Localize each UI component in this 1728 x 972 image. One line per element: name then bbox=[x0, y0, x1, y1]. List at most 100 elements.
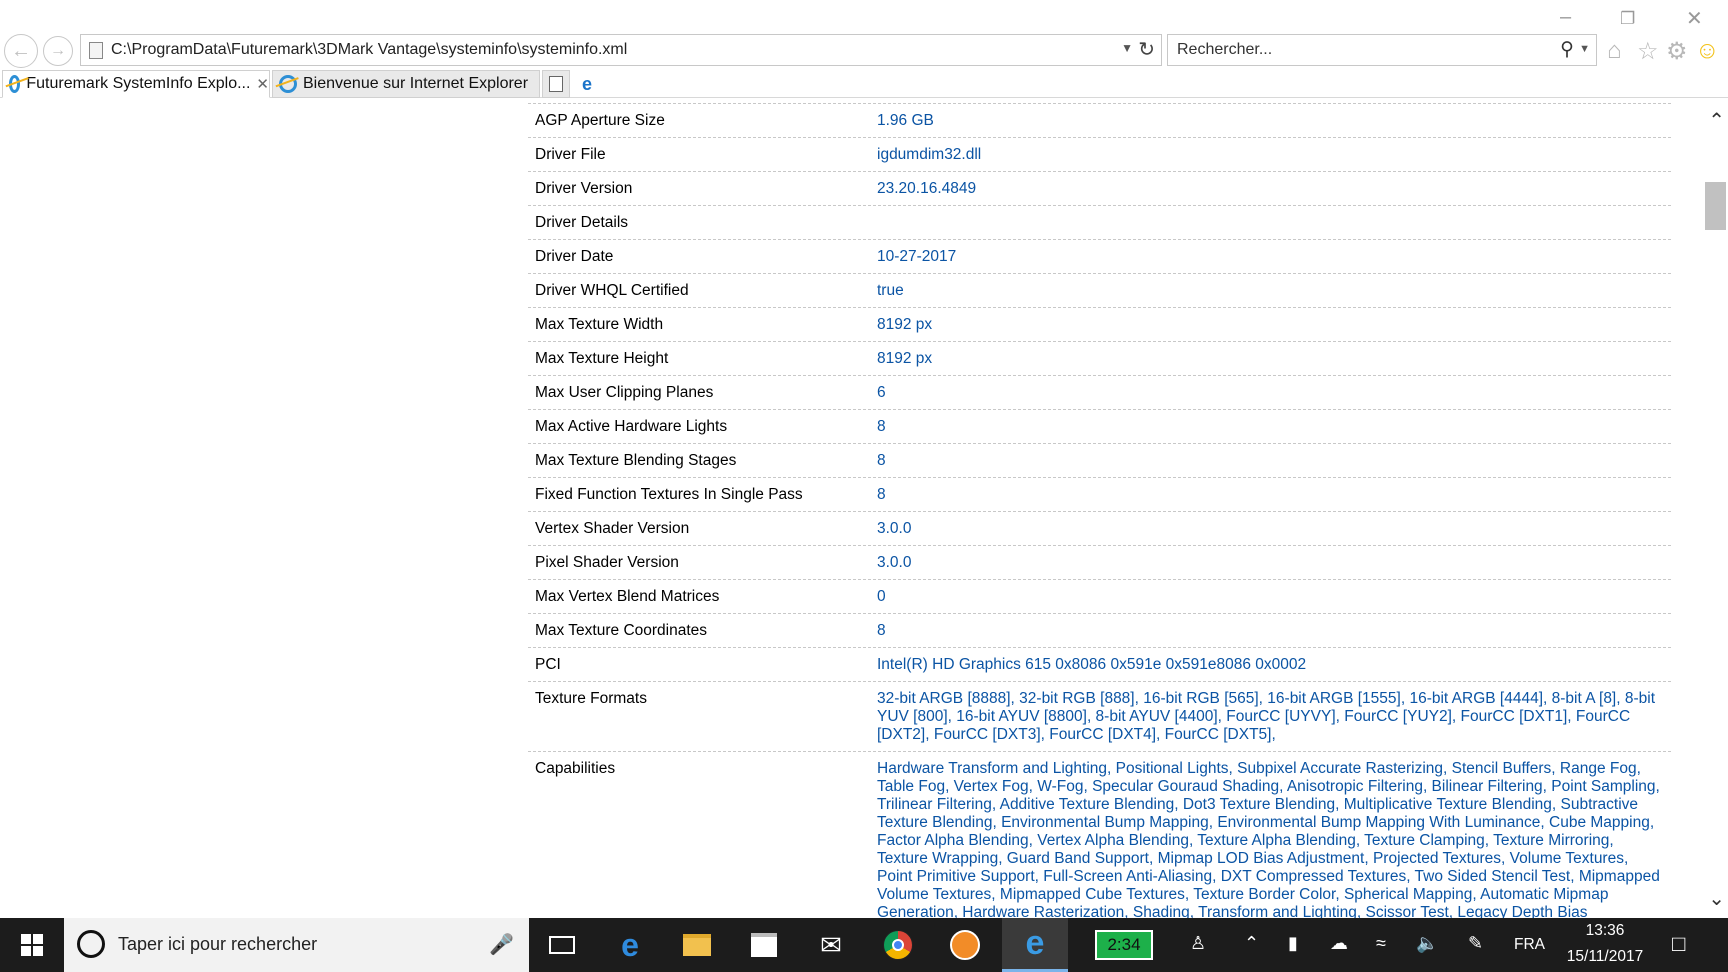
pen-ink-workspace-icon[interactable]: ✎ bbox=[1468, 933, 1483, 954]
task-view-icon bbox=[549, 936, 575, 954]
windows-logo-icon bbox=[21, 934, 43, 956]
language-indicator[interactable]: FRA bbox=[1514, 936, 1545, 954]
scroll-up-arrow-icon[interactable]: ⌃ bbox=[1708, 108, 1725, 133]
address-text[interactable]: C:\ProgramData\Futuremark\3DMark Vantage… bbox=[111, 41, 627, 59]
info-value: 0 bbox=[877, 588, 886, 605]
info-key: Capabilities bbox=[535, 760, 616, 777]
tab-welcome-ie[interactable]: Bienvenue sur Internet Explorer bbox=[272, 70, 540, 98]
info-key: Driver Details bbox=[535, 214, 629, 231]
info-row: Driver Version 23.20.16.4849 bbox=[528, 172, 1671, 206]
taskbar: Taper ici pour rechercher 🎤 e ✉ e 2:34 ♙… bbox=[0, 918, 1728, 972]
info-row: Driver Details bbox=[528, 206, 1671, 240]
feedback-smiley-icon[interactable]: ☺ bbox=[1695, 37, 1720, 65]
info-key: Max User Clipping Planes bbox=[535, 384, 714, 401]
page-icon bbox=[89, 42, 103, 59]
info-value: true bbox=[877, 282, 904, 299]
info-row: Pixel Shader Version 3.0.0 bbox=[528, 546, 1671, 580]
action-center-icon[interactable]: □ bbox=[1672, 931, 1685, 957]
battery-icon[interactable]: ▮ bbox=[1288, 933, 1298, 954]
info-value: 8 bbox=[877, 622, 886, 639]
search-icon[interactable]: ⚲ bbox=[1560, 38, 1574, 61]
store-button[interactable] bbox=[731, 918, 797, 972]
forward-arrow-icon: → bbox=[50, 42, 66, 59]
search-box[interactable]: Rechercher... ⚲ ▼ bbox=[1167, 34, 1597, 66]
new-tab-button[interactable] bbox=[542, 70, 570, 98]
folder-icon bbox=[683, 934, 711, 956]
onedrive-cloud-icon[interactable]: ☁ bbox=[1330, 933, 1348, 954]
show-hidden-icons-chevron-icon[interactable]: ⌃ bbox=[1244, 933, 1259, 954]
info-row: Driver File igdumdim32.dll bbox=[528, 138, 1671, 172]
info-key: Texture Formats bbox=[535, 690, 647, 707]
sublime-app-button[interactable] bbox=[932, 918, 998, 972]
ie-quick-tab[interactable]: e bbox=[573, 70, 601, 98]
info-value: Hardware Transform and Lighting, Positio… bbox=[877, 760, 1660, 918]
info-value: 1.96 GB bbox=[877, 112, 934, 129]
info-value: 8192 px bbox=[877, 316, 933, 333]
chrome-button[interactable] bbox=[865, 918, 931, 972]
address-bar[interactable]: C:\ProgramData\Futuremark\3DMark Vantage… bbox=[80, 34, 1162, 66]
info-key: Driver File bbox=[535, 146, 606, 163]
forward-button[interactable]: → bbox=[43, 36, 73, 66]
mail-icon: ✉ bbox=[820, 929, 842, 960]
home-icon[interactable]: ⌂ bbox=[1607, 37, 1622, 65]
info-value: 6 bbox=[877, 384, 886, 401]
info-value: 3.0.0 bbox=[877, 520, 912, 537]
tab-systeminfo[interactable]: Futuremark SystemInfo Explo... ✕ bbox=[2, 70, 270, 98]
battery-app-button[interactable]: 2:34 bbox=[1082, 918, 1166, 972]
ie-taskbar-button[interactable]: e bbox=[1002, 918, 1068, 972]
people-icon[interactable]: ♙ bbox=[1190, 933, 1206, 954]
info-row: Max Texture Height 8192 px bbox=[528, 342, 1671, 376]
back-arrow-icon: ← bbox=[11, 39, 31, 62]
wifi-icon[interactable]: ≈ bbox=[1376, 933, 1386, 954]
info-value: 3.0.0 bbox=[877, 554, 912, 571]
volume-icon[interactable]: 🔈 bbox=[1416, 933, 1438, 954]
search-input[interactable]: Rechercher... bbox=[1177, 41, 1272, 59]
scroll-thumb[interactable] bbox=[1705, 182, 1726, 230]
info-key: Max Texture Coordinates bbox=[535, 622, 708, 639]
info-value: 10-27-2017 bbox=[877, 248, 957, 265]
clock-time[interactable]: 13:36 bbox=[1576, 922, 1634, 940]
microphone-icon[interactable]: 🎤 bbox=[489, 932, 514, 957]
restore-icon[interactable]: ❐ bbox=[1620, 9, 1635, 29]
systeminfo-table: AGP Aperture Size 1.96 GB Driver File igdum… bbox=[528, 98, 1671, 918]
clock-date[interactable]: 15/11/2017 bbox=[1560, 948, 1650, 966]
task-view-button[interactable] bbox=[529, 918, 595, 972]
battery-time: 2:34 bbox=[1095, 930, 1153, 960]
ie-tab-icon bbox=[279, 75, 297, 93]
info-value: 23.20.16.4849 bbox=[877, 180, 977, 197]
taskbar-search-box[interactable]: Taper ici pour rechercher 🎤 bbox=[64, 918, 529, 972]
info-key: Driver Version bbox=[535, 180, 633, 197]
info-row: Max Active Hardware Lights 8 bbox=[528, 410, 1671, 444]
info-value: 32-bit ARGB [8888], 32-bit RGB [888], 16… bbox=[877, 690, 1656, 743]
info-row: Driver WHQL Certified true bbox=[528, 274, 1671, 308]
file-explorer-button[interactable] bbox=[664, 918, 730, 972]
mail-button[interactable]: ✉ bbox=[798, 918, 864, 972]
info-key: Max Texture Height bbox=[535, 350, 669, 367]
scroll-down-arrow-icon[interactable]: ⌄ bbox=[1708, 886, 1725, 911]
info-key: Vertex Shader Version bbox=[535, 520, 690, 537]
info-value: 8 bbox=[877, 486, 886, 503]
search-dropdown-icon[interactable]: ▼ bbox=[1579, 43, 1590, 55]
edge-icon: e bbox=[621, 926, 639, 963]
close-tab-icon[interactable]: ✕ bbox=[256, 75, 269, 93]
info-value bbox=[870, 206, 1671, 239]
info-key: Max Texture Blending Stages bbox=[535, 452, 737, 469]
info-value: Intel(R) HD Graphics 615 0x8086 0x591e 0… bbox=[877, 656, 1307, 673]
start-button[interactable] bbox=[0, 918, 64, 972]
settings-gear-icon[interactable]: ⚙ bbox=[1666, 37, 1688, 66]
close-icon[interactable]: ✕ bbox=[1686, 6, 1703, 31]
taskbar-search-input[interactable]: Taper ici pour rechercher bbox=[118, 934, 317, 955]
tab-label: Bienvenue sur Internet Explorer bbox=[303, 75, 529, 92]
info-key: Pixel Shader Version bbox=[535, 554, 679, 571]
store-bag-icon bbox=[751, 933, 777, 957]
back-button[interactable]: ← bbox=[4, 34, 38, 68]
minimize-icon[interactable]: – bbox=[1560, 6, 1571, 29]
info-row: Max User Clipping Planes 6 bbox=[528, 376, 1671, 410]
refresh-icon[interactable]: ↻ bbox=[1138, 37, 1155, 62]
address-dropdown-icon[interactable]: ▼ bbox=[1121, 41, 1133, 55]
info-row: PCI Intel(R) HD Graphics 615 0x8086 0x591… bbox=[528, 648, 1671, 682]
favorites-star-icon[interactable]: ☆ bbox=[1637, 37, 1659, 66]
new-tab-icon bbox=[549, 76, 563, 92]
edge-app-button[interactable]: e bbox=[597, 918, 663, 972]
info-key: Max Active Hardware Lights bbox=[535, 418, 728, 435]
